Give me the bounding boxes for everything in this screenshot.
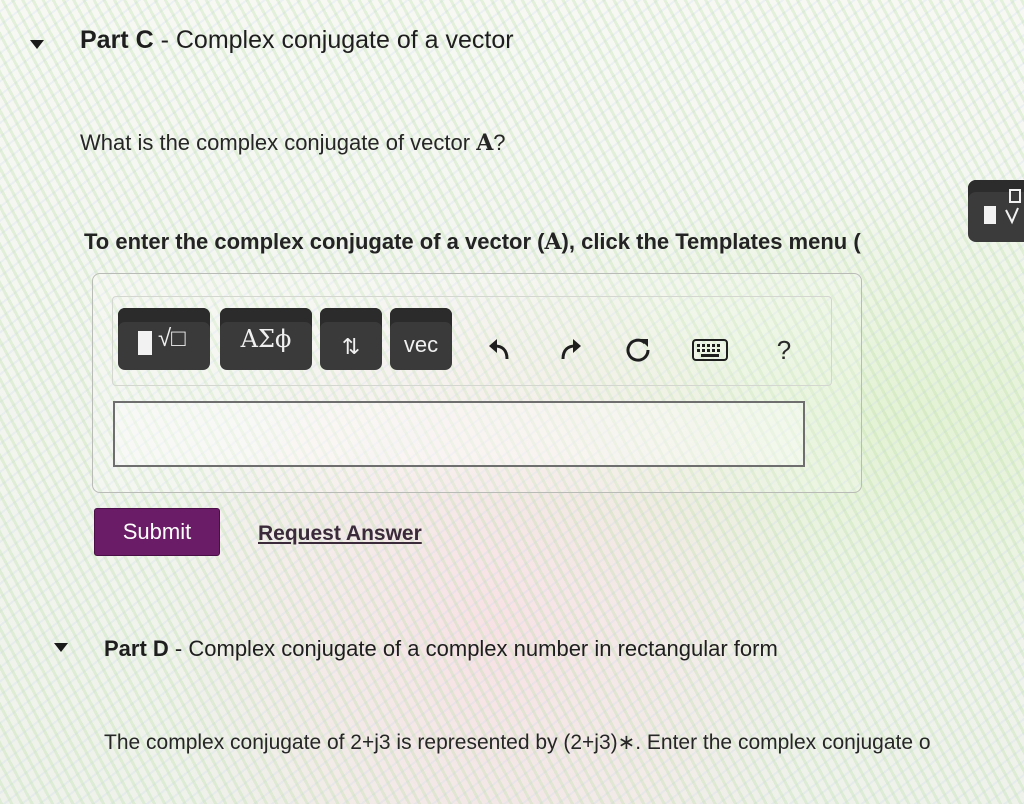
arrows-button[interactable]: ⇅ (320, 308, 382, 370)
part-c-caret-down-icon[interactable] (30, 40, 44, 49)
submit-button[interactable]: Submit (94, 508, 220, 556)
help-button[interactable]: ? (764, 330, 804, 370)
undo-icon (489, 339, 509, 360)
templates-button[interactable]: √□ (118, 308, 210, 370)
part-d-title: Part D - Complex conjugate of a complex … (104, 636, 778, 662)
instruction-prefix: To enter the complex conjugate of a vect… (84, 229, 545, 254)
undo-button[interactable] (480, 330, 520, 370)
part-c-instruction: To enter the complex conjugate of a vect… (84, 229, 861, 255)
keyboard-button[interactable] (690, 330, 730, 370)
part-c-separator: - (160, 26, 169, 54)
part-c-question: What is the complex conjugate of vector … (80, 130, 506, 156)
templates-block-icon (138, 331, 152, 355)
redo-icon (561, 339, 581, 360)
greek-label: ΑΣϕ (240, 325, 292, 353)
reset-button[interactable] (618, 330, 658, 370)
question-prefix: What is the complex conjugate of vector (80, 130, 471, 155)
part-d-title-text: Complex conjugate of a complex number in… (188, 636, 778, 661)
templates-menu-preview-icon (968, 180, 1024, 242)
instruction-vector-symbol: A (544, 229, 562, 255)
answer-input[interactable] (113, 401, 805, 467)
part-c-title: Part C - Complex conjugate of a vector (80, 26, 514, 55)
reset-icon (626, 338, 650, 362)
part-c-label: Part C (80, 26, 154, 54)
part-d-caret-down-icon[interactable] (54, 643, 68, 652)
question-vector-symbol: A (476, 130, 494, 156)
part-c-title-text: Complex conjugate of a vector (175, 26, 514, 54)
part-d-label: Part D (104, 636, 169, 661)
arrows-label: ⇅ (341, 334, 361, 359)
templates-label: √□ (158, 325, 186, 352)
greek-symbols-button[interactable]: ΑΣϕ (220, 308, 312, 370)
keyboard-icon (692, 339, 728, 361)
instruction-suffix: ), click the Templates menu ( (561, 229, 861, 254)
help-label: ? (776, 334, 792, 365)
vector-button[interactable]: vec (390, 308, 452, 370)
part-d-description: The complex conjugate of 2+j3 is represe… (104, 731, 931, 754)
request-answer-link[interactable]: Request Answer (258, 522, 422, 546)
redo-button[interactable] (550, 330, 590, 370)
vec-label: vec (403, 332, 439, 357)
part-d-separator: - (174, 636, 183, 661)
question-suffix: ? (493, 130, 506, 155)
